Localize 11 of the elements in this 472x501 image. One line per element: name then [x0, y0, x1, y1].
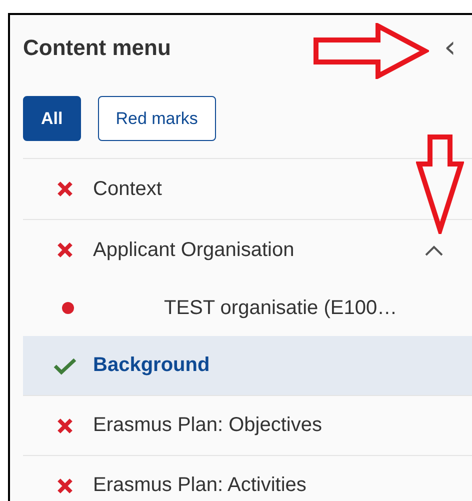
filter-button[interactable]: Red marks — [98, 96, 216, 141]
chevron-up-icon[interactable] — [424, 244, 444, 256]
panel-title: Content menu — [23, 35, 171, 61]
collapse-button[interactable]: ‹ — [442, 33, 458, 63]
menu-item[interactable]: TEST organisatie (E100… — [23, 280, 472, 336]
menu-item[interactable]: Context — [23, 159, 472, 220]
menu-item[interactable]: Background — [23, 336, 472, 396]
menu-item[interactable]: Applicant Organisation — [23, 220, 472, 280]
menu-item[interactable]: Erasmus Plan: Objectives — [23, 396, 472, 456]
filter-button[interactable]: All — [23, 96, 81, 141]
menu-item[interactable]: Erasmus Plan: Activities — [23, 456, 472, 501]
